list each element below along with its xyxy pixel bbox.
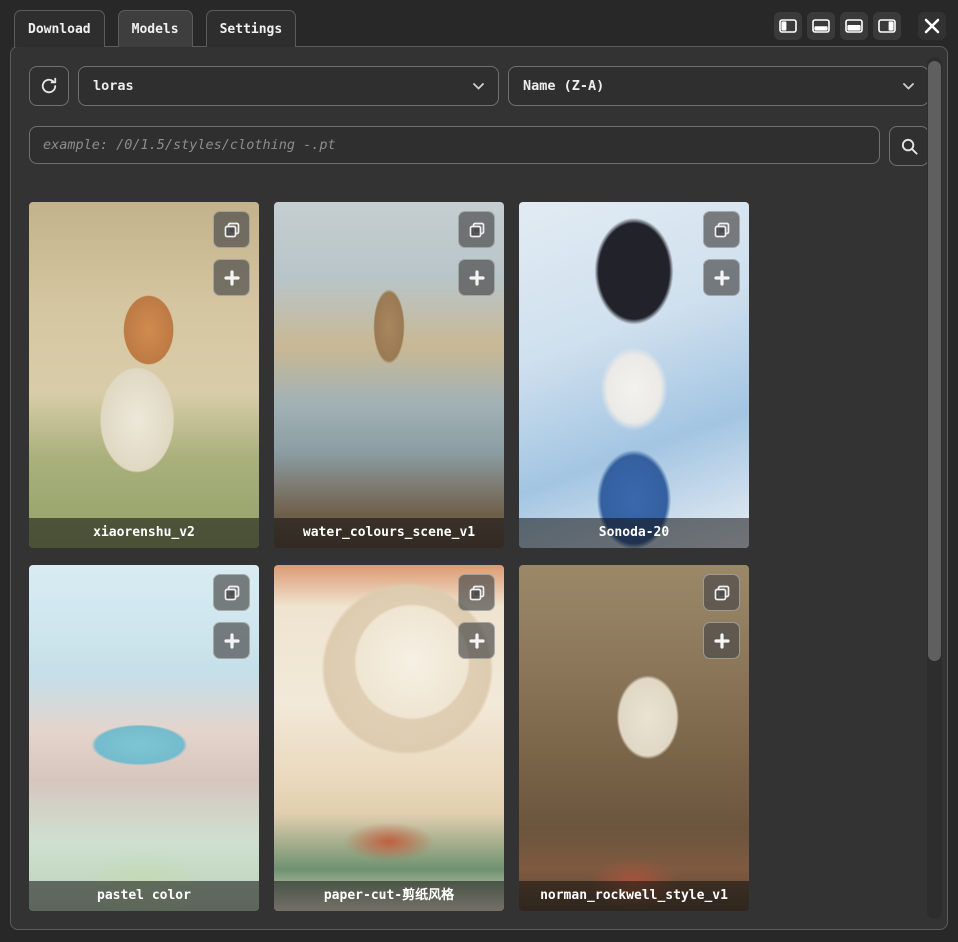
search-button[interactable] (889, 126, 929, 166)
model-card-sonoda-20[interactable]: Sonoda-20 (519, 202, 749, 548)
add-model-button[interactable] (213, 622, 250, 659)
copy-model-button[interactable] (213, 574, 250, 611)
layout-dock-left-button[interactable] (774, 12, 802, 40)
copy-model-button[interactable] (703, 211, 740, 248)
panel-content: loras Name (Z-A) (11, 47, 947, 911)
plus-icon (468, 269, 486, 287)
scrollbar-thumb[interactable] (928, 61, 941, 661)
controls-row: loras Name (Z-A) (29, 66, 929, 106)
dock-bottom-large-icon (845, 19, 863, 33)
copy-icon (468, 221, 486, 239)
sort-select[interactable]: Name (Z-A) (508, 66, 929, 106)
model-manager-window: Download Models Settings (0, 0, 958, 942)
sort-value: Name (Z-A) (523, 78, 604, 94)
model-type-value: loras (93, 78, 134, 94)
add-model-button[interactable] (458, 259, 495, 296)
chevron-down-icon (903, 83, 914, 90)
refresh-button[interactable] (29, 66, 69, 106)
model-name: norman_rockwell_style_v1 (519, 881, 749, 911)
model-name: paper-cut-剪纸风格 (274, 881, 504, 911)
close-button[interactable] (918, 12, 946, 40)
copy-icon (713, 221, 731, 239)
dock-bottom-icon (812, 19, 830, 33)
model-card-paper-cut[interactable]: paper-cut-剪纸风格 (274, 565, 504, 911)
add-model-button[interactable] (703, 622, 740, 659)
copy-model-button[interactable] (458, 574, 495, 611)
add-model-button[interactable] (458, 622, 495, 659)
tabs: Download Models Settings (14, 10, 296, 47)
window-buttons (774, 11, 946, 41)
scrollbar[interactable] (927, 57, 942, 919)
add-model-button[interactable] (213, 259, 250, 296)
copy-model-button[interactable] (213, 211, 250, 248)
model-grid: xiaorenshu_v2 water_colours_scene_v1 (29, 202, 929, 911)
copy-icon (223, 221, 241, 239)
model-card-xiaorenshu-v2[interactable]: xiaorenshu_v2 (29, 202, 259, 548)
refresh-icon (39, 76, 59, 96)
model-type-select[interactable]: loras (78, 66, 499, 106)
copy-icon (468, 584, 486, 602)
plus-icon (713, 269, 731, 287)
model-name: xiaorenshu_v2 (29, 518, 259, 548)
search-row (29, 126, 929, 166)
model-name: pastel color (29, 881, 259, 911)
tab-bar: Download Models Settings (14, 10, 946, 47)
dock-right-icon (878, 19, 896, 33)
search-input[interactable] (29, 126, 880, 164)
tab-settings[interactable]: Settings (206, 10, 297, 47)
copy-model-button[interactable] (458, 211, 495, 248)
layout-dock-bottom-button[interactable] (807, 12, 835, 40)
model-card-pastel-color[interactable]: pastel color (29, 565, 259, 911)
model-card-norman-rockwell-style-v1[interactable]: norman_rockwell_style_v1 (519, 565, 749, 911)
copy-icon (223, 584, 241, 602)
copy-model-button[interactable] (703, 574, 740, 611)
model-name: water_colours_scene_v1 (274, 518, 504, 548)
plus-icon (713, 632, 731, 650)
chevron-down-icon (473, 83, 484, 90)
close-icon (923, 17, 941, 35)
add-model-button[interactable] (703, 259, 740, 296)
layout-dock-bottom-large-button[interactable] (840, 12, 868, 40)
model-card-water-colours-scene-v1[interactable]: water_colours_scene_v1 (274, 202, 504, 548)
tab-download[interactable]: Download (14, 10, 105, 47)
layout-dock-right-button[interactable] (873, 12, 901, 40)
dock-left-icon (779, 19, 797, 33)
copy-icon (713, 584, 731, 602)
plus-icon (223, 632, 241, 650)
tab-models[interactable]: Models (118, 10, 193, 47)
search-icon (900, 137, 919, 156)
plus-icon (223, 269, 241, 287)
models-panel: loras Name (Z-A) (10, 46, 948, 930)
model-name: Sonoda-20 (519, 518, 749, 548)
plus-icon (468, 632, 486, 650)
